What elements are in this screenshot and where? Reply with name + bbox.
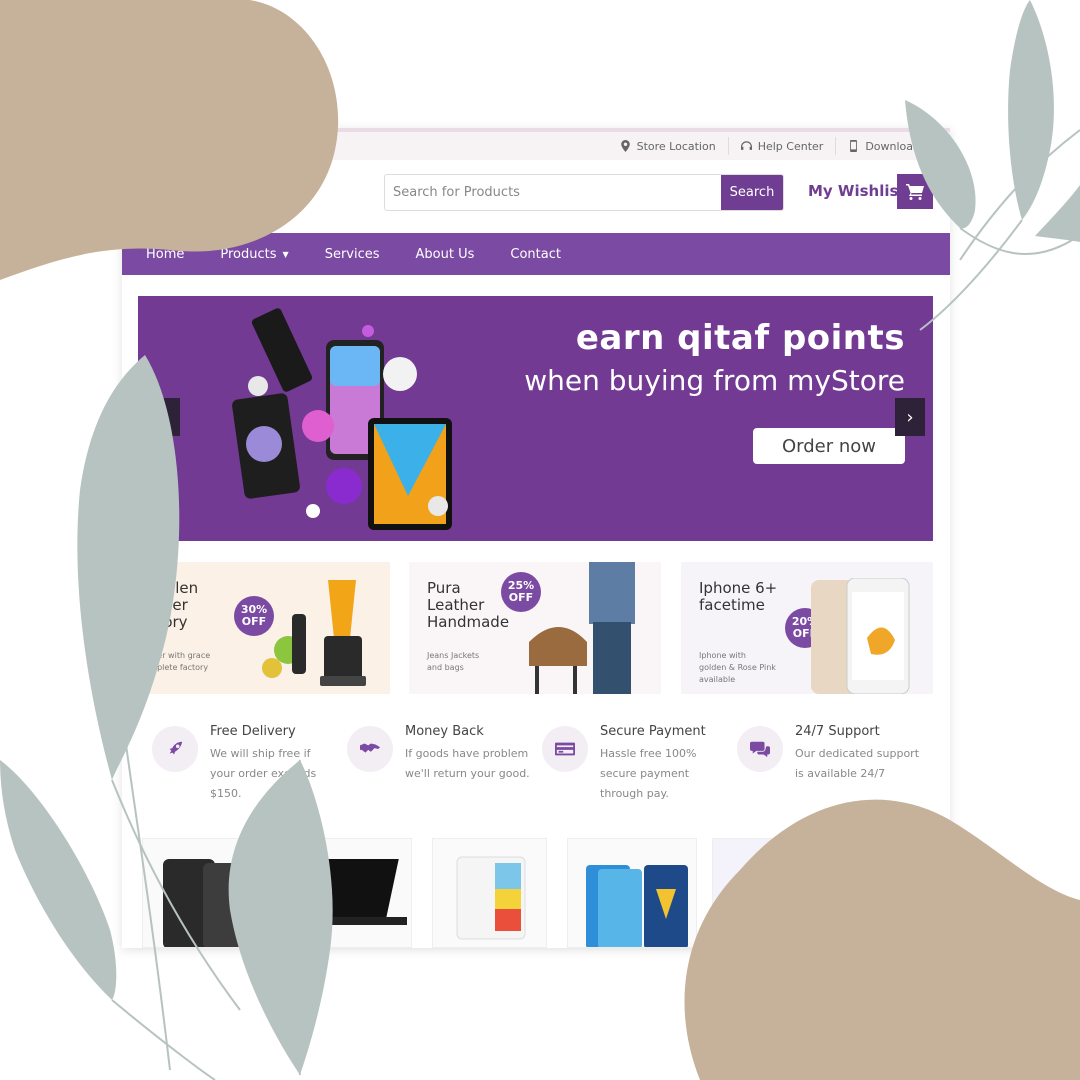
- cart-button[interactable]: 0: [897, 168, 941, 209]
- main-navigation: Home Products ▼ Services About Us Contact: [122, 233, 950, 275]
- rocket-icon: [152, 726, 198, 772]
- search-button[interactable]: Search: [721, 175, 783, 210]
- promo-card-iphone[interactable]: Iphone 6+ facetime Iphone with golden & …: [681, 562, 933, 694]
- feature-description: If goods have problem we'll return your …: [405, 747, 530, 780]
- features-strip: Free Delivery We will ship free if your …: [152, 724, 932, 814]
- product-card-more[interactable]: [712, 838, 942, 948]
- hero-banner: earn qitaf points when buying from mySto…: [138, 296, 933, 541]
- website-screenshot: Store Location Help Center Download Ap s…: [122, 128, 950, 948]
- download-app-label: Download Ap: [865, 139, 938, 153]
- phone-laptop-image: [163, 859, 407, 947]
- product-card-blue-phone[interactable]: [567, 838, 697, 948]
- feature-title: Secure Payment: [600, 724, 706, 739]
- product-strip: [142, 838, 942, 948]
- handshake-icon: [347, 726, 393, 772]
- store-location-label: Store Location: [636, 139, 716, 153]
- nav-home[interactable]: Home: [146, 247, 184, 262]
- headphones-icon: [740, 141, 752, 150]
- help-center-link[interactable]: Help Center: [727, 137, 836, 155]
- nav-services[interactable]: Services: [325, 247, 380, 262]
- map-pin-icon: [620, 140, 630, 152]
- store-location-link[interactable]: Store Location: [608, 137, 728, 155]
- carousel-next-button[interactable]: ›: [895, 398, 925, 436]
- white-phone-image: [456, 856, 526, 940]
- feature-title: Free Delivery: [210, 724, 296, 739]
- search-input[interactable]: [385, 175, 721, 210]
- help-center-label: Help Center: [757, 139, 824, 153]
- nav-about-label: About Us: [415, 246, 475, 262]
- chat-icon: [737, 726, 783, 772]
- iphone-illustration: [811, 578, 910, 694]
- feature-title: 24/7 Support: [795, 724, 880, 739]
- nav-home-label: Home: [146, 246, 185, 262]
- carousel-prev-button[interactable]: ‹: [150, 398, 180, 436]
- cart-count-badge: 0: [925, 168, 941, 184]
- nav-contact[interactable]: Contact: [510, 247, 561, 262]
- nav-products[interactable]: Products ▼: [220, 247, 288, 262]
- caret-down-icon: ▼: [282, 249, 289, 259]
- product-card-phone-laptop[interactable]: [142, 838, 412, 948]
- site-logo[interactable]: s: [297, 184, 304, 199]
- chevron-right-icon: ›: [906, 406, 914, 428]
- nav-about-us[interactable]: About Us: [416, 247, 475, 262]
- feature-description: Hassle free 100% secure payment through …: [600, 747, 697, 800]
- promo-subtitle: Iphone with golden & Rose Pink available: [699, 651, 776, 684]
- credit-card-icon: [542, 726, 588, 772]
- man-with-bag-illustration: [529, 562, 635, 694]
- nav-contact-label: Contact: [510, 246, 561, 262]
- nav-services-label: Services: [324, 246, 380, 262]
- chevron-left-icon: ‹: [161, 406, 169, 428]
- hero-title: earn qitaf points: [575, 318, 905, 358]
- shopping-cart-icon: [906, 183, 924, 200]
- mobile-phone-icon: [850, 140, 858, 152]
- hero-devices-illustration: [232, 308, 452, 530]
- blender-illustration: [262, 580, 366, 686]
- download-app-link[interactable]: Download Ap: [835, 137, 950, 155]
- feature-title: Money Back: [405, 724, 484, 739]
- promo-subtitle: lender with grace complete factory: [140, 651, 211, 672]
- order-now-button[interactable]: Order now: [753, 428, 905, 464]
- hero-subtitle: when buying from myStore: [524, 364, 905, 397]
- nav-products-label: Products: [220, 246, 277, 262]
- wishlist-link[interactable]: My Wishlist: [808, 182, 906, 200]
- search-bar: Search: [384, 174, 784, 211]
- promo-cards: ntrullen lender actory lender with grace…: [138, 562, 933, 694]
- feature-description: Our dedicated support is available 24/7: [795, 747, 920, 780]
- product-card-white-phone[interactable]: [432, 838, 547, 948]
- site-header: s Search My Wishlist 0: [122, 164, 950, 228]
- feature-description: We will ship free if your order exceeds …: [210, 747, 317, 800]
- promo-card-leather[interactable]: Pura Leather Handmade Jeans Jackets and …: [409, 562, 661, 694]
- top-utility-bar: Store Location Help Center Download Ap: [122, 128, 950, 160]
- promo-card-blender[interactable]: ntrullen lender actory lender with grace…: [138, 562, 390, 694]
- blue-phone-image: [586, 865, 688, 947]
